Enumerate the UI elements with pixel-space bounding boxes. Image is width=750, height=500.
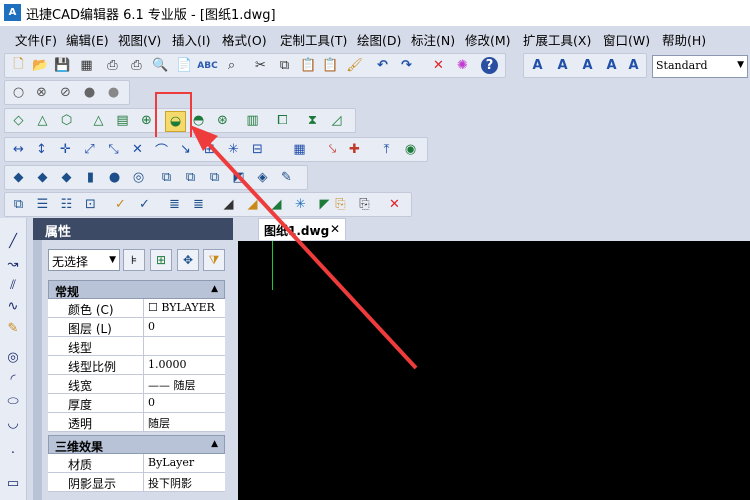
annotation-arrow: [190, 125, 418, 370]
arrow-shaft: [203, 138, 418, 370]
